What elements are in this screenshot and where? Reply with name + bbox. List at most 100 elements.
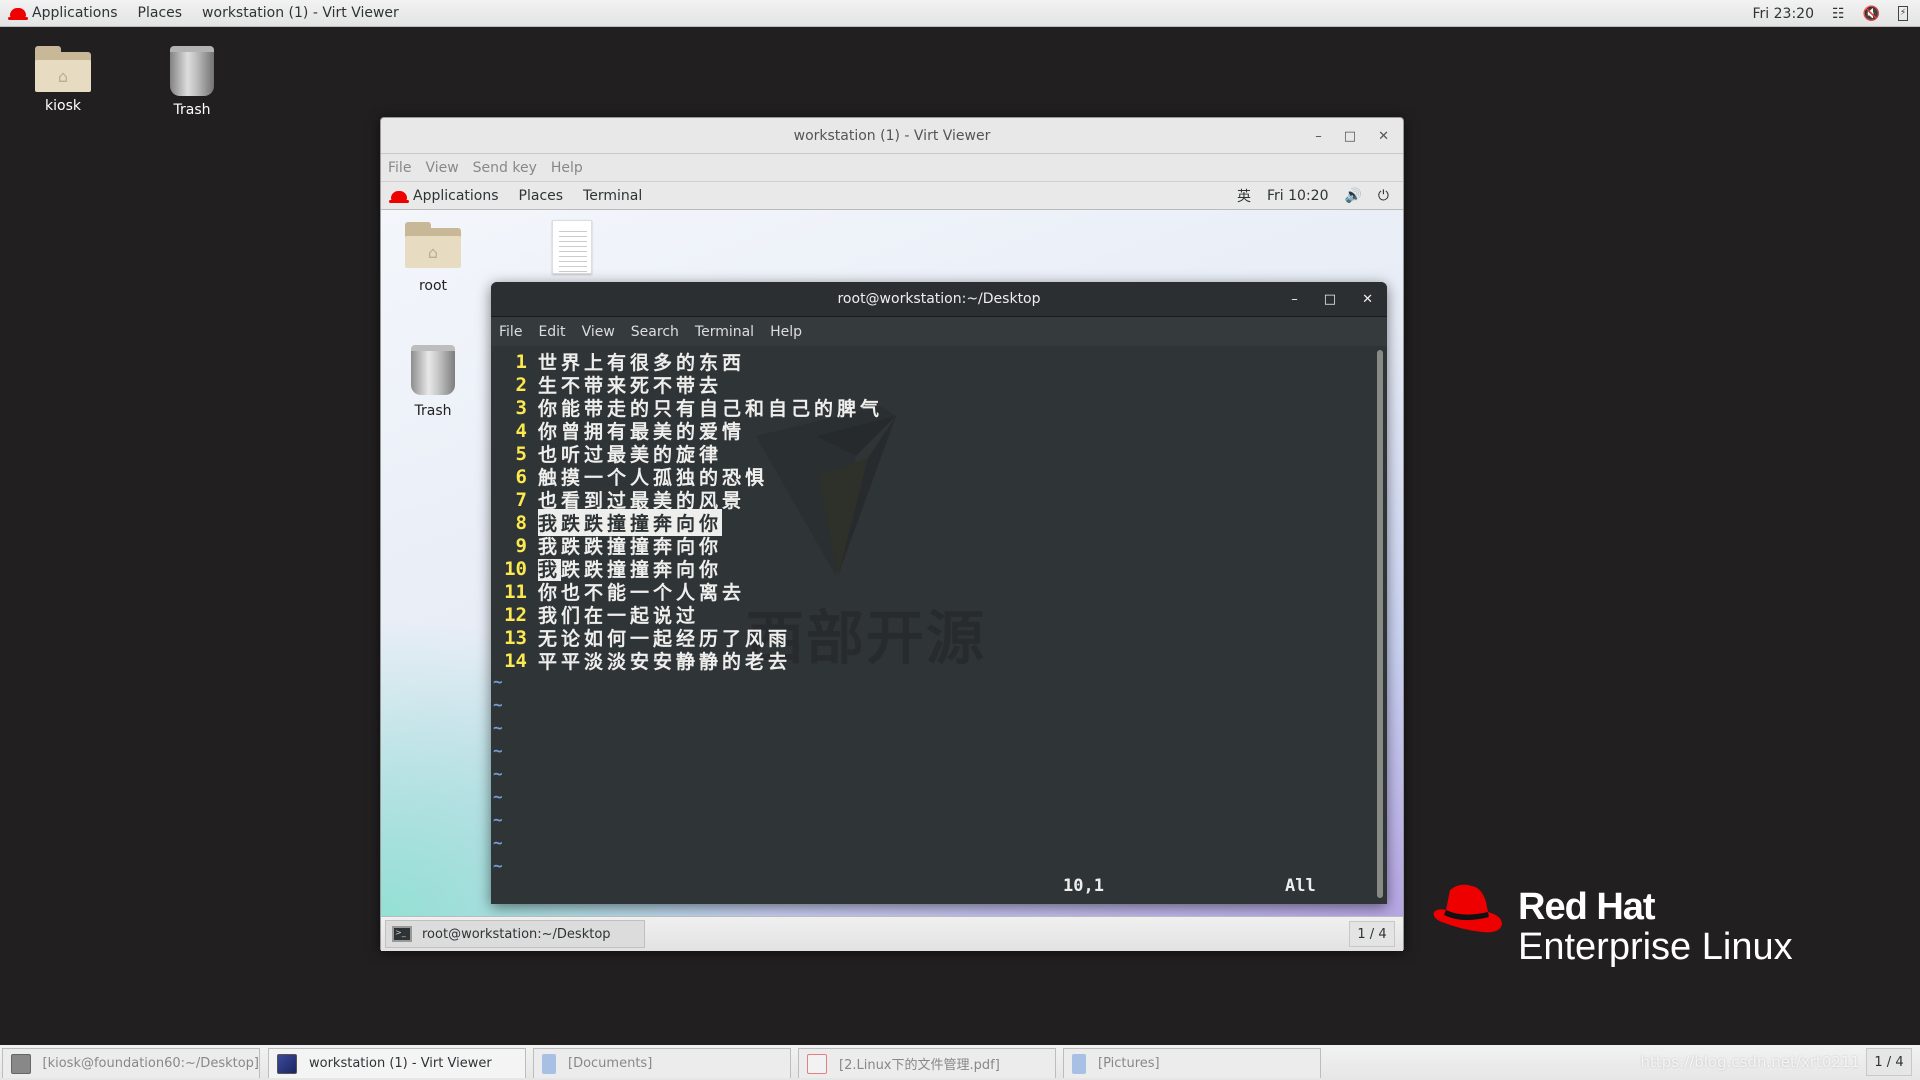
empty-line-marker: ~ xyxy=(493,787,503,806)
active-window-title[interactable]: workstation (1) - Virt Viewer xyxy=(192,5,409,21)
empty-line-marker: ~ xyxy=(493,718,503,737)
menu-view[interactable]: View xyxy=(418,160,465,176)
trash-icon xyxy=(170,46,214,96)
vim-line: 11 你也不能一个人离去 xyxy=(491,580,745,605)
file-cabinet-icon xyxy=(1072,1053,1086,1074)
guest-applications-label: Applications xyxy=(413,187,499,204)
pdf-icon xyxy=(807,1053,827,1074)
clock[interactable]: Fri 23:20 xyxy=(1753,6,1814,22)
network-icon[interactable]: ☷ xyxy=(1832,7,1845,21)
minimize-button[interactable]: – xyxy=(1315,129,1322,144)
menu-help[interactable]: Help xyxy=(544,160,590,176)
input-method-indicator[interactable]: 英 xyxy=(1237,186,1251,206)
terminal-icon: >_ xyxy=(392,926,412,942)
guest-icon-label: Trash xyxy=(414,403,452,419)
line-number: 3 xyxy=(515,396,527,419)
terminal-content[interactable]: 西部开源 1 世界上有很多的东西 2 生不带来死不带去 3 你能带走的只有自己和自己的脾气… xyxy=(491,346,1387,904)
terminal-window: root@workstation:~/Desktop – □ ✕ File Ed… xyxy=(491,282,1387,904)
menu-search[interactable]: Search xyxy=(623,324,687,340)
taskbar-item-pdf[interactable]: [2.Linux下的文件管理.pdf] xyxy=(798,1048,1056,1078)
guest-clock[interactable]: Fri 10:20 xyxy=(1267,188,1328,204)
line-number: 2 xyxy=(515,373,527,396)
desktop-icon-label: kiosk xyxy=(45,98,81,114)
vim-line: 3 你能带走的只有自己和自己的脾气 xyxy=(491,396,883,421)
empty-line-marker: ~ xyxy=(493,833,503,852)
menu-help[interactable]: Help xyxy=(762,324,810,340)
line-number: 14 xyxy=(504,649,527,672)
terminal-titlebar[interactable]: root@workstation:~/Desktop – □ ✕ xyxy=(491,282,1387,317)
virt-viewer-window: workstation (1) - Virt Viewer – □ ✕ File… xyxy=(380,117,1404,951)
empty-line-marker: ~ xyxy=(493,764,503,783)
workspace-pager[interactable]: 1 / 4 xyxy=(1866,1048,1912,1076)
close-button[interactable]: ✕ xyxy=(1378,129,1389,144)
taskbar-item-virt-viewer[interactable]: workstation (1) - Virt Viewer xyxy=(268,1048,526,1078)
taskbar-label: root@workstation:~/Desktop xyxy=(422,926,611,942)
cursor-position: 10,1 xyxy=(1063,876,1104,896)
desktop-icon-kiosk[interactable]: ⌂ kiosk xyxy=(8,46,118,114)
line-number: 7 xyxy=(515,488,527,511)
desktop-icon-label: Trash xyxy=(173,102,211,118)
guest-applications-menu[interactable]: Applications xyxy=(381,188,509,204)
battery-icon[interactable]: ⚡ xyxy=(1898,6,1908,21)
line-number: 11 xyxy=(504,580,527,603)
text-document-icon xyxy=(552,220,592,274)
vim-line: 13 无论如何一起经历了风雨 xyxy=(491,626,791,651)
home-folder-icon: ⌂ xyxy=(35,46,91,92)
minimize-button[interactable]: – xyxy=(1291,292,1298,307)
menu-view[interactable]: View xyxy=(574,324,623,340)
menu-file[interactable]: File xyxy=(381,160,418,176)
brand-line-2: Enterprise Linux xyxy=(1518,926,1793,968)
vim-line: 7 也看到过最美的风景 xyxy=(491,488,745,513)
menu-terminal[interactable]: Terminal xyxy=(687,324,762,340)
guest-icon-root[interactable]: ⌂ root xyxy=(401,222,465,294)
line-number: 9 xyxy=(515,534,527,557)
applications-menu[interactable]: Applications xyxy=(0,5,128,21)
power-icon[interactable]: ⏻ xyxy=(1378,189,1389,203)
guest-icon-trash[interactable]: Trash xyxy=(401,345,465,419)
desktop-icon-trash[interactable]: Trash xyxy=(137,46,247,118)
guest-icon-document[interactable] xyxy=(547,220,597,274)
taskbar-item-documents[interactable]: [Documents] xyxy=(533,1048,791,1078)
empty-line-marker: ~ xyxy=(493,741,503,760)
bottom-taskbar: [kiosk@foundation60:~/Desktop] workstati… xyxy=(0,1045,1920,1080)
menu-file[interactable]: File xyxy=(491,324,530,340)
url-watermark: https://blog.csdn.net/xrt0211 xyxy=(1640,1053,1860,1071)
vim-line: 12 我们在一起说过 xyxy=(491,603,699,628)
menu-edit[interactable]: Edit xyxy=(530,324,573,340)
workspace-pager[interactable]: 1 / 4 xyxy=(1349,921,1395,947)
redhat-branding: Red Hat Enterprise Linux xyxy=(1432,880,1832,980)
guest-desktop: ⌂ root Trash root@workstation:~/Desktop … xyxy=(381,210,1403,916)
vim-line: 10 我跌跌撞撞奔向你 xyxy=(491,557,722,581)
guest-places-menu[interactable]: Places xyxy=(509,188,574,204)
empty-line-marker: ~ xyxy=(493,695,503,714)
taskbar-item-terminal[interactable]: [kiosk@foundation60:~/Desktop] xyxy=(2,1048,260,1078)
places-menu[interactable]: Places xyxy=(128,5,193,21)
applications-label: Applications xyxy=(32,5,118,21)
terminal-scrollbar[interactable] xyxy=(1377,350,1383,898)
vim-line: 9 我跌跌撞撞奔向你 xyxy=(491,534,722,559)
taskbar-label: workstation (1) - Virt Viewer xyxy=(309,1056,492,1071)
brand-line-1: Red Hat xyxy=(1518,886,1656,928)
empty-line-marker: ~ xyxy=(493,856,503,875)
vim-line: 6 触摸一个人孤独的恐惧 xyxy=(491,465,768,490)
maximize-button[interactable]: □ xyxy=(1324,292,1336,307)
line-number: 1 xyxy=(515,350,527,373)
guest-terminal-menu[interactable]: Terminal xyxy=(573,188,652,204)
trash-icon xyxy=(411,345,455,395)
window-titlebar[interactable]: workstation (1) - Virt Viewer – □ ✕ xyxy=(381,118,1403,154)
volume-muted-icon[interactable]: 🔇 xyxy=(1863,7,1880,21)
guest-icon-label: root xyxy=(418,278,448,294)
menu-send-key[interactable]: Send key xyxy=(466,160,544,176)
maximize-button[interactable]: □ xyxy=(1344,129,1356,144)
terminal-icon xyxy=(11,1053,31,1074)
empty-line-marker: ~ xyxy=(493,672,503,691)
taskbar-label: [Documents] xyxy=(568,1056,653,1071)
line-number: 10 xyxy=(504,557,527,580)
guest-taskbar-terminal[interactable]: >_ root@workstation:~/Desktop xyxy=(385,920,645,948)
vim-statusline: 10,1 All xyxy=(491,876,1387,898)
volume-icon[interactable]: 🔊 xyxy=(1344,189,1361,203)
taskbar-item-pictures[interactable]: [Pictures] xyxy=(1063,1048,1321,1078)
vim-line: 8 我跌跌撞撞奔向你 xyxy=(491,509,723,536)
close-button[interactable]: ✕ xyxy=(1362,292,1373,307)
guest-taskbar: >_ root@workstation:~/Desktop 1 / 4 xyxy=(381,916,1403,951)
